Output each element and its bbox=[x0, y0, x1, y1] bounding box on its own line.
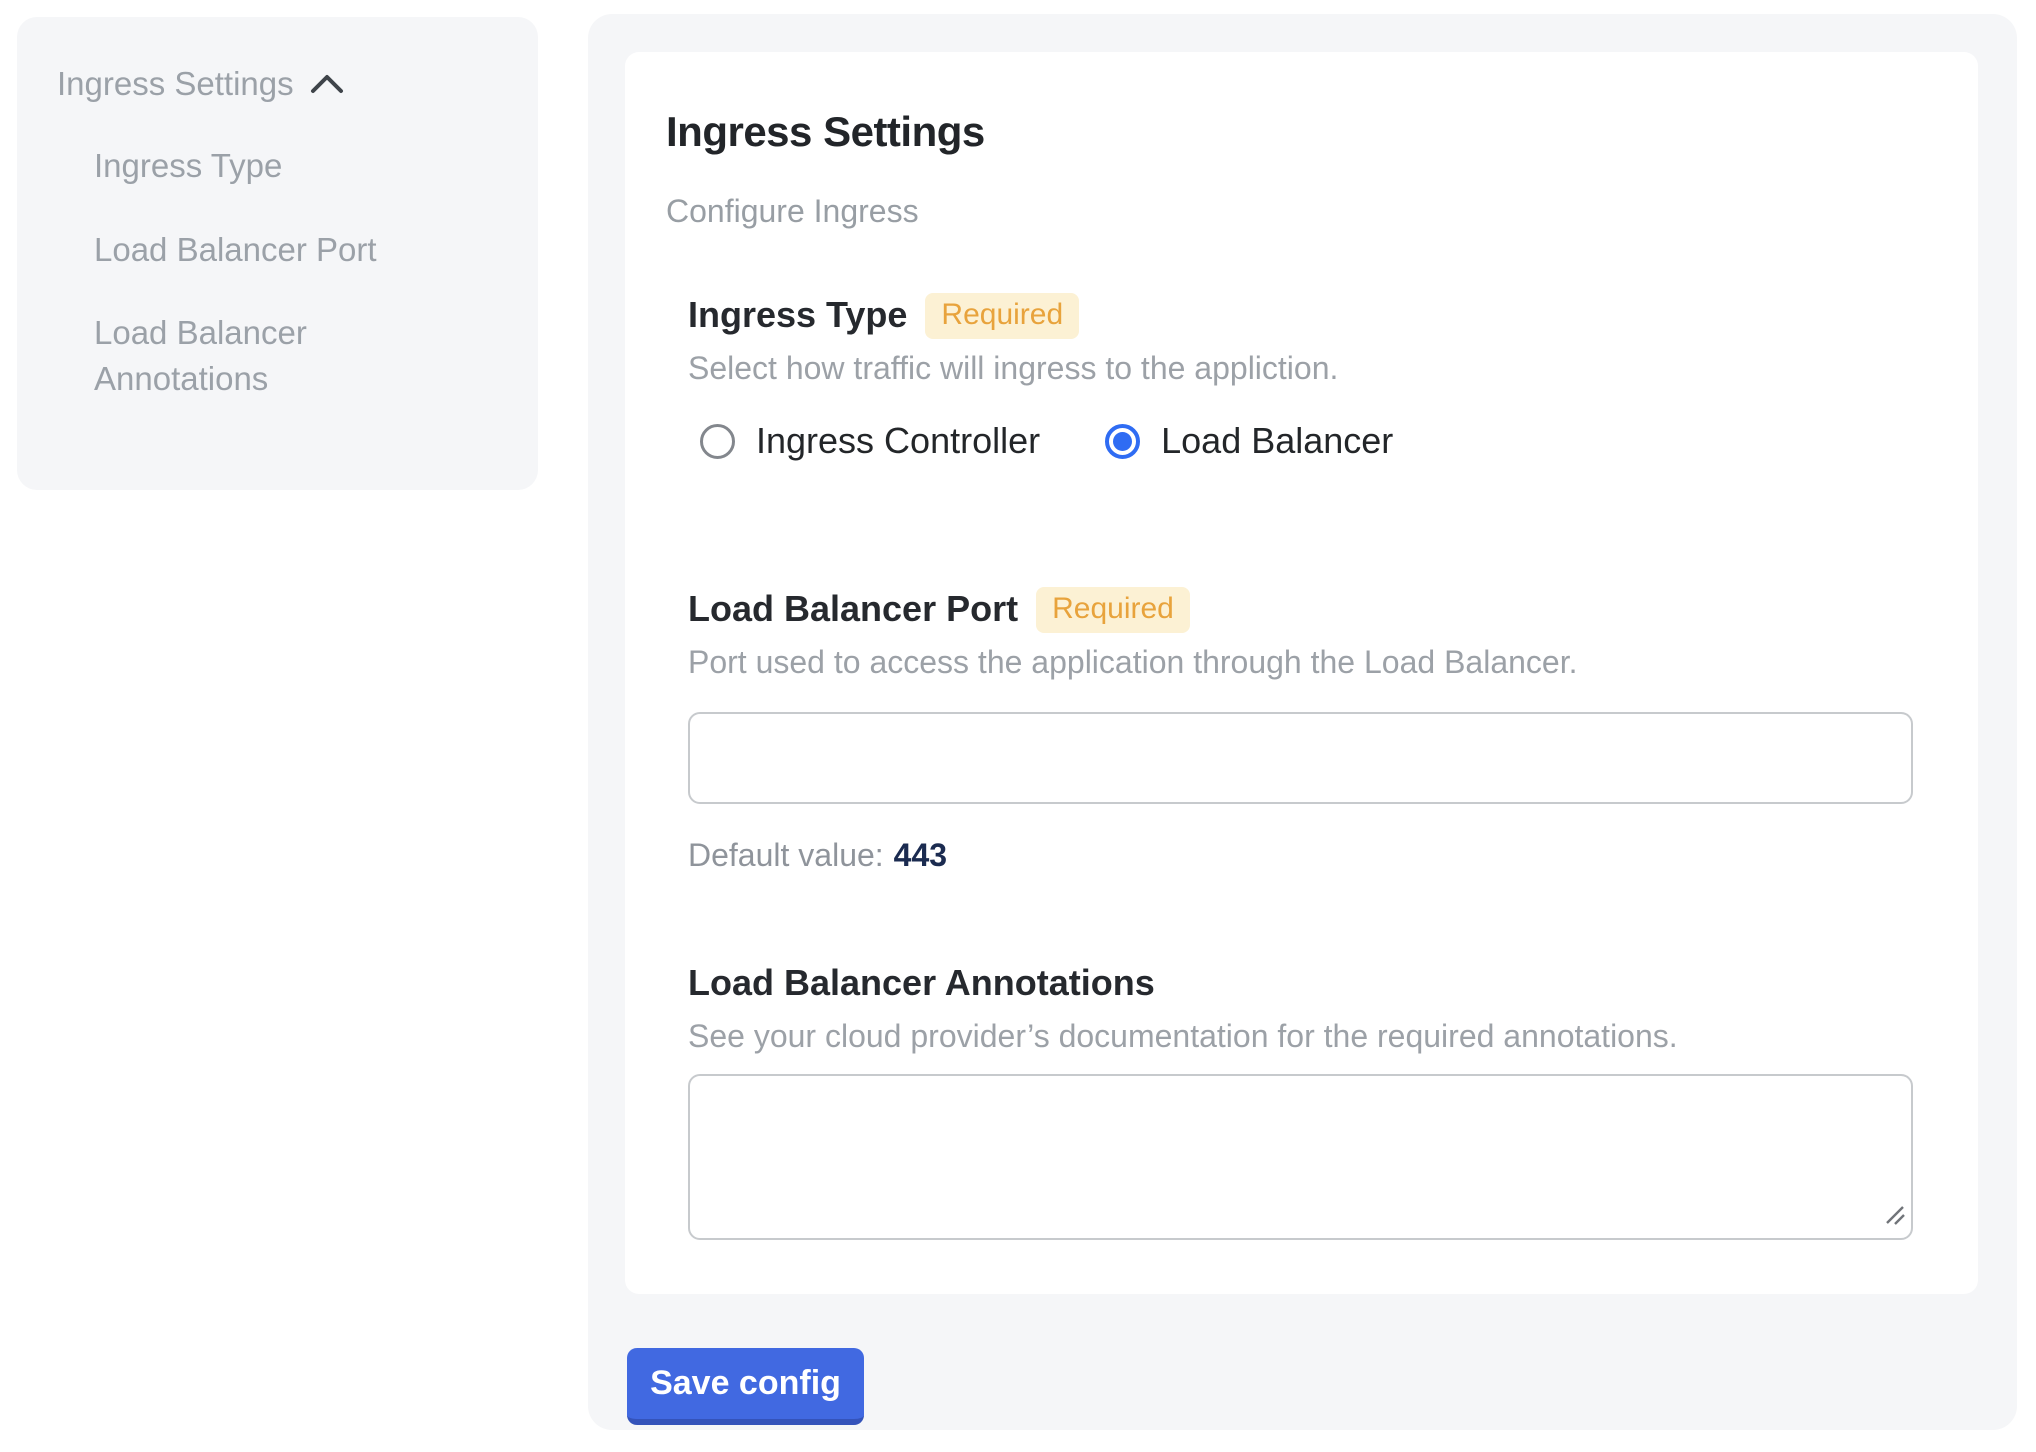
sidebar-item-ingress-type[interactable]: Ingress Type bbox=[94, 143, 414, 189]
load-balancer-annotations-description: See your cloud provider’s documentation … bbox=[688, 1015, 1913, 1058]
radio-label-ingress-controller[interactable]: Ingress Controller bbox=[756, 420, 1040, 462]
radio-option-ingress-controller[interactable]: Ingress Controller bbox=[700, 420, 1040, 462]
sidebar-item-load-balancer-annotations[interactable]: Load Balancer Annotations bbox=[94, 310, 414, 401]
annotations-textarea-wrap bbox=[688, 1074, 1913, 1240]
sidebar-section-ingress-settings[interactable]: Ingress Settings bbox=[57, 65, 498, 103]
load-balancer-annotations-textarea[interactable] bbox=[688, 1074, 1913, 1240]
resize-handle-icon[interactable] bbox=[1883, 1203, 1907, 1232]
radio-dot bbox=[1113, 432, 1132, 451]
chevron-up-icon bbox=[310, 73, 344, 95]
page-title: Ingress Settings bbox=[666, 107, 1913, 157]
sidebar-item-list: Ingress Type Load Balancer Port Load Bal… bbox=[94, 143, 498, 401]
page-subtitle: Configure Ingress bbox=[666, 193, 1913, 230]
default-value-number: 443 bbox=[894, 837, 947, 873]
ingress-settings-card: Ingress Settings Configure Ingress Ingre… bbox=[625, 52, 1978, 1294]
required-badge: Required bbox=[925, 293, 1079, 339]
default-value-label: Default value: bbox=[688, 837, 884, 873]
radio-label-load-balancer[interactable]: Load Balancer bbox=[1161, 420, 1393, 462]
section-load-balancer-port: Load Balancer Port Required Port used to… bbox=[688, 586, 1913, 874]
settings-nav-sidebar: Ingress Settings Ingress Type Load Balan… bbox=[17, 17, 538, 490]
section-load-balancer-annotations: Load Balancer Annotations See your cloud… bbox=[688, 960, 1913, 1240]
radio-checked-icon[interactable] bbox=[1105, 424, 1140, 459]
ingress-settings-panel: Ingress Settings Configure Ingress Ingre… bbox=[588, 14, 2017, 1430]
radio-unchecked-icon[interactable] bbox=[700, 424, 735, 459]
required-badge: Required bbox=[1036, 587, 1190, 633]
load-balancer-port-description: Port used to access the application thro… bbox=[688, 641, 1913, 684]
sidebar-section-label: Ingress Settings bbox=[57, 65, 294, 103]
ingress-type-heading: Ingress Type bbox=[688, 292, 907, 339]
default-value-note: Default value: 443 bbox=[688, 837, 1913, 874]
section-ingress-type: Ingress Type Required Select how traffic… bbox=[688, 292, 1913, 462]
save-config-button[interactable]: Save config bbox=[627, 1348, 864, 1425]
sidebar-item-load-balancer-port[interactable]: Load Balancer Port bbox=[94, 227, 414, 273]
load-balancer-port-heading: Load Balancer Port bbox=[688, 586, 1018, 633]
ingress-type-radio-group: Ingress Controller Load Balancer bbox=[688, 420, 1913, 462]
ingress-type-description: Select how traffic will ingress to the a… bbox=[688, 347, 1913, 390]
radio-option-load-balancer[interactable]: Load Balancer bbox=[1105, 420, 1393, 462]
load-balancer-annotations-heading: Load Balancer Annotations bbox=[688, 960, 1155, 1007]
load-balancer-port-input[interactable] bbox=[688, 712, 1913, 804]
